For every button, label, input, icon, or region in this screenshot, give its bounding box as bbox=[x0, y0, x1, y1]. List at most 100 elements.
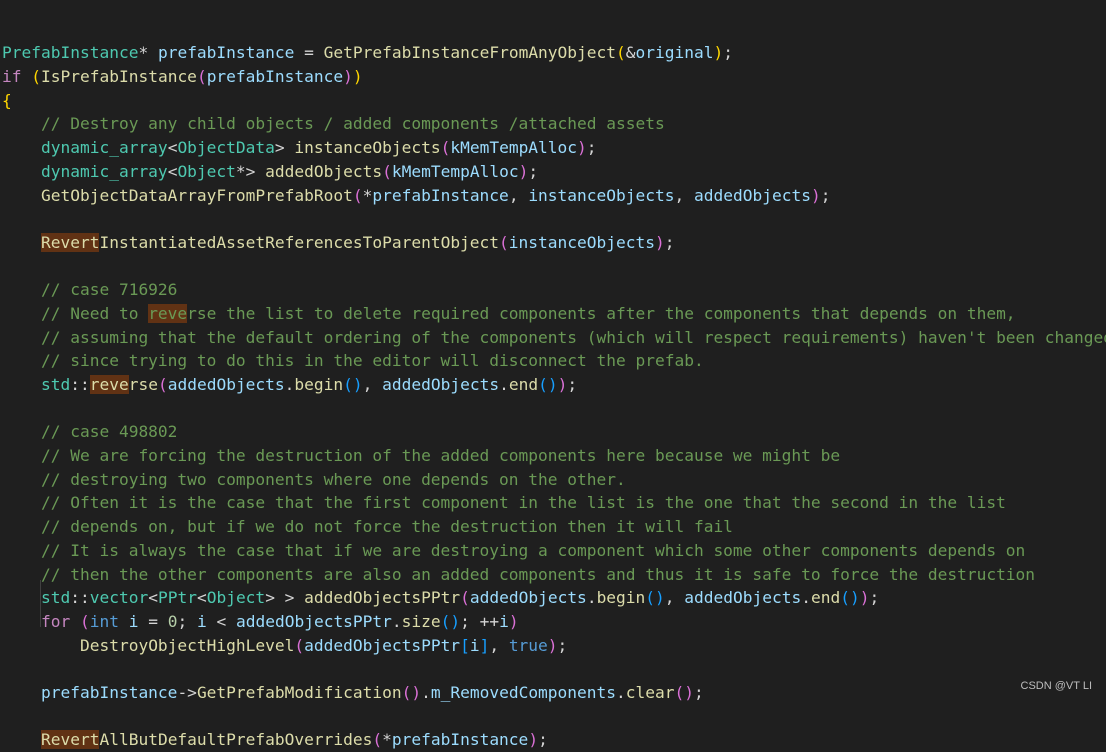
code-token: i bbox=[469, 635, 480, 655]
code-token: () bbox=[538, 375, 558, 395]
code-line[interactable]: GetObjectDataArrayFromPrefabRoot(*prefab… bbox=[0, 184, 1106, 208]
code-line[interactable]: RevertInstantiatedAssetReferencesToParen… bbox=[0, 231, 1106, 255]
code-token: IsPrefabInstance bbox=[41, 67, 197, 87]
code-token: dynamic_array bbox=[40, 161, 168, 181]
code-line[interactable]: // Often it is the case that the first c… bbox=[0, 491, 1106, 515]
code-token: i bbox=[499, 611, 509, 631]
code-editor[interactable]: PrefabInstance* prefabInstance = GetPref… bbox=[0, 0, 1106, 750]
code-token: kMemTempAlloc bbox=[391, 161, 519, 181]
code-line[interactable]: { bbox=[0, 89, 1106, 113]
code-line[interactable] bbox=[0, 657, 1106, 681]
code-token: // depends on, but if we do not force th… bbox=[40, 517, 733, 537]
code-line[interactable]: // destroying two components where one d… bbox=[0, 468, 1106, 492]
code-token: . bbox=[801, 588, 811, 608]
code-token: ) bbox=[713, 43, 724, 63]
code-token: for bbox=[40, 611, 71, 631]
code-line[interactable]: dynamic_array<ObjectData> instanceObject… bbox=[0, 136, 1106, 160]
code-token: . bbox=[421, 682, 431, 702]
code-token: , bbox=[508, 185, 529, 205]
search-highlight: reve bbox=[89, 375, 129, 395]
code-line[interactable]: // since trying to do this in the editor… bbox=[0, 349, 1106, 373]
code-token: { bbox=[2, 90, 12, 110]
code-token: ) bbox=[508, 611, 519, 631]
code-token: ( bbox=[460, 588, 470, 608]
code-line[interactable] bbox=[0, 255, 1106, 279]
code-token: = bbox=[294, 43, 324, 63]
code-token: int bbox=[89, 611, 119, 631]
code-token: > > bbox=[265, 588, 305, 608]
code-line[interactable]: RevertAllButDefaultPrefabOverrides(*pref… bbox=[0, 728, 1106, 752]
code-token: clear bbox=[625, 682, 675, 702]
code-line[interactable]: std::reverse(addedObjects.begin(), added… bbox=[0, 373, 1106, 397]
code-token: ( bbox=[372, 730, 383, 750]
code-token: // It is always the case that if we are … bbox=[40, 540, 1026, 560]
code-line[interactable]: // It is always the case that if we are … bbox=[0, 539, 1106, 563]
code-token: . bbox=[391, 611, 402, 631]
code-line[interactable] bbox=[0, 397, 1106, 421]
code-line[interactable] bbox=[0, 207, 1106, 231]
code-token: addedObjectsPPtr bbox=[304, 588, 461, 608]
code-line[interactable]: // then the other components are also an… bbox=[0, 563, 1106, 587]
code-token: ; bbox=[664, 232, 675, 252]
code-line[interactable]: // assuming that the default ordering of… bbox=[0, 326, 1106, 350]
code-line[interactable]: // case 498802 bbox=[0, 420, 1106, 444]
code-token: () bbox=[674, 682, 695, 702]
code-token: m_RemovedComponents bbox=[430, 682, 617, 702]
code-token: . bbox=[616, 682, 626, 702]
code-line[interactable] bbox=[0, 705, 1106, 729]
code-line[interactable]: prefabInstance->GetPrefabModification().… bbox=[0, 681, 1106, 705]
code-token: ) bbox=[343, 67, 353, 87]
code-token: // case 498802 bbox=[40, 422, 178, 442]
code-token: end bbox=[811, 588, 841, 608]
code-line[interactable]: PrefabInstance* prefabInstance = GetPref… bbox=[0, 41, 1106, 65]
code-token: rse the list to delete required componen… bbox=[187, 303, 1016, 323]
code-line[interactable]: std::vector<PPtr<Object> > addedObjectsP… bbox=[0, 586, 1106, 610]
code-line[interactable]: // case 716926 bbox=[0, 278, 1106, 302]
code-token: instanceObjects bbox=[508, 232, 655, 252]
code-token: std bbox=[40, 375, 71, 395]
code-line[interactable]: // Need to reverse the list to delete re… bbox=[0, 302, 1106, 326]
code-token: , bbox=[489, 635, 509, 655]
code-token: if bbox=[2, 67, 22, 87]
code-token: addedObjectsPPtr bbox=[304, 635, 461, 655]
code-token: ) bbox=[577, 138, 587, 158]
code-token: begin bbox=[596, 588, 646, 608]
code-token: () bbox=[440, 611, 461, 631]
code-line[interactable]: dynamic_array<Object*> addedObjects(kMem… bbox=[0, 160, 1106, 184]
code-token: ) bbox=[654, 232, 665, 252]
search-highlight: Revert bbox=[40, 232, 100, 252]
code-token: < bbox=[206, 611, 236, 631]
code-token: , bbox=[674, 185, 694, 205]
code-line[interactable]: // Destroy any child objects / added com… bbox=[0, 112, 1106, 136]
code-token: < bbox=[196, 588, 207, 608]
code-token: . bbox=[499, 375, 509, 395]
code-line[interactable]: // We are forcing the destruction of the… bbox=[0, 444, 1106, 468]
code-token: > bbox=[274, 138, 295, 158]
code-token: addedObjects bbox=[167, 375, 285, 395]
code-token: end bbox=[508, 375, 539, 395]
code-token: prefabInstance bbox=[157, 43, 295, 63]
code-token: ; bbox=[557, 635, 568, 655]
code-line[interactable]: // depends on, but if we do not force th… bbox=[0, 515, 1106, 539]
code-line[interactable]: for (int i = 0; i < addedObjectsPPtr.siz… bbox=[0, 610, 1106, 634]
code-token: () bbox=[840, 588, 860, 608]
code-token: std bbox=[40, 588, 71, 608]
code-token: dynamic_array bbox=[40, 138, 168, 158]
code-token: i bbox=[196, 611, 207, 631]
code-token: () bbox=[401, 682, 422, 702]
code-token: addedObjects bbox=[469, 588, 587, 608]
code-token: Object bbox=[206, 588, 266, 608]
code-token: addedObjects bbox=[265, 161, 383, 181]
code-line[interactable]: if (IsPrefabInstance(prefabInstance)) bbox=[0, 65, 1106, 89]
code-line[interactable]: DestroyObjectHighLevel(addedObjectsPPtr[… bbox=[0, 634, 1106, 658]
code-token: kMemTempAlloc bbox=[450, 138, 578, 158]
